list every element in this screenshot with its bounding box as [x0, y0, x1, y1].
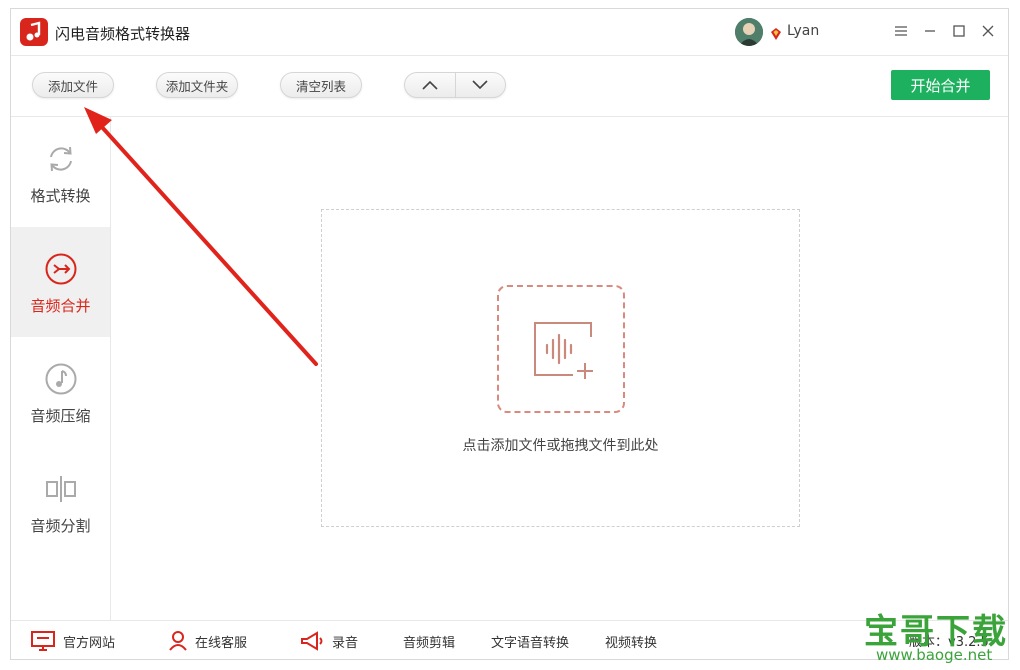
minimize-icon[interactable] [918, 19, 942, 43]
megaphone-icon [301, 631, 323, 651]
title-bar: 闪电音频格式转换器 Lyan [11, 9, 1008, 56]
watermark: 宝哥下载 www.baoge.net [858, 604, 1018, 668]
start-merge-button[interactable]: 开始合并 [891, 70, 990, 100]
record-label: 录音 [332, 635, 359, 651]
sidebar-item-label: 音频分割 [30, 517, 91, 535]
maximize-icon[interactable] [947, 19, 971, 43]
username[interactable]: Lyan [787, 23, 819, 39]
sidebar-item-label: 格式转换 [30, 187, 91, 205]
user-icon [169, 631, 187, 651]
sidebar-item-audio-merge[interactable]: 音频合并 [11, 227, 110, 337]
app-title: 闪电音频格式转换器 [55, 25, 191, 43]
sidebar-item-audio-split[interactable]: 音频分割 [11, 447, 110, 557]
file-drop-zone[interactable]: 点击添加文件或拖拽文件到此处 [321, 209, 800, 527]
official-website-label: 官方网站 [63, 635, 116, 651]
record-link[interactable]: 录音 [300, 621, 358, 661]
monitor-icon [31, 631, 55, 651]
close-icon[interactable] [976, 19, 1000, 43]
toolbar: 添加文件 添加文件夹 清空列表 开始合并 [11, 56, 1008, 117]
menu-icon[interactable] [889, 19, 913, 43]
sidebar: 格式转换 音频合并 音频压缩 音频分割 [11, 117, 111, 620]
tts-link[interactable]: 文字语音转换 [491, 621, 569, 661]
refresh-icon [44, 142, 78, 176]
move-up-icon[interactable] [405, 73, 455, 97]
clear-list-button[interactable]: 清空列表 [280, 72, 362, 98]
video-convert-link[interactable]: 视频转换 [605, 621, 657, 661]
drop-zone-hint: 点击添加文件或拖拽文件到此处 [462, 438, 659, 454]
watermark-url: www.baoge.net [876, 646, 993, 664]
vip-badge-icon [769, 26, 783, 45]
online-support-label: 在线客服 [195, 635, 248, 651]
music-note-icon [44, 362, 78, 396]
add-audio-icon[interactable] [497, 285, 625, 413]
add-file-button[interactable]: 添加文件 [32, 72, 114, 98]
app-window: 闪电音频格式转换器 Lyan 添加文件 添加文件夹 清空列表 开始合并 格式转换… [10, 8, 1009, 660]
online-support-link[interactable]: 在线客服 [169, 621, 247, 661]
add-folder-button[interactable]: 添加文件夹 [156, 72, 238, 98]
sidebar-item-audio-compress[interactable]: 音频压缩 [11, 337, 110, 447]
sidebar-item-label: 音频合并 [30, 297, 91, 315]
sidebar-item-label: 音频压缩 [30, 407, 91, 425]
move-down-icon[interactable] [454, 73, 506, 97]
merge-icon [44, 252, 78, 286]
split-icon [44, 472, 78, 506]
official-website-link[interactable]: 官方网站 [31, 621, 115, 661]
avatar[interactable] [735, 18, 763, 46]
sidebar-item-format-convert[interactable]: 格式转换 [11, 117, 110, 227]
move-buttons [404, 72, 506, 98]
app-logo [20, 18, 48, 46]
audio-edit-link[interactable]: 音频剪辑 [403, 621, 455, 661]
